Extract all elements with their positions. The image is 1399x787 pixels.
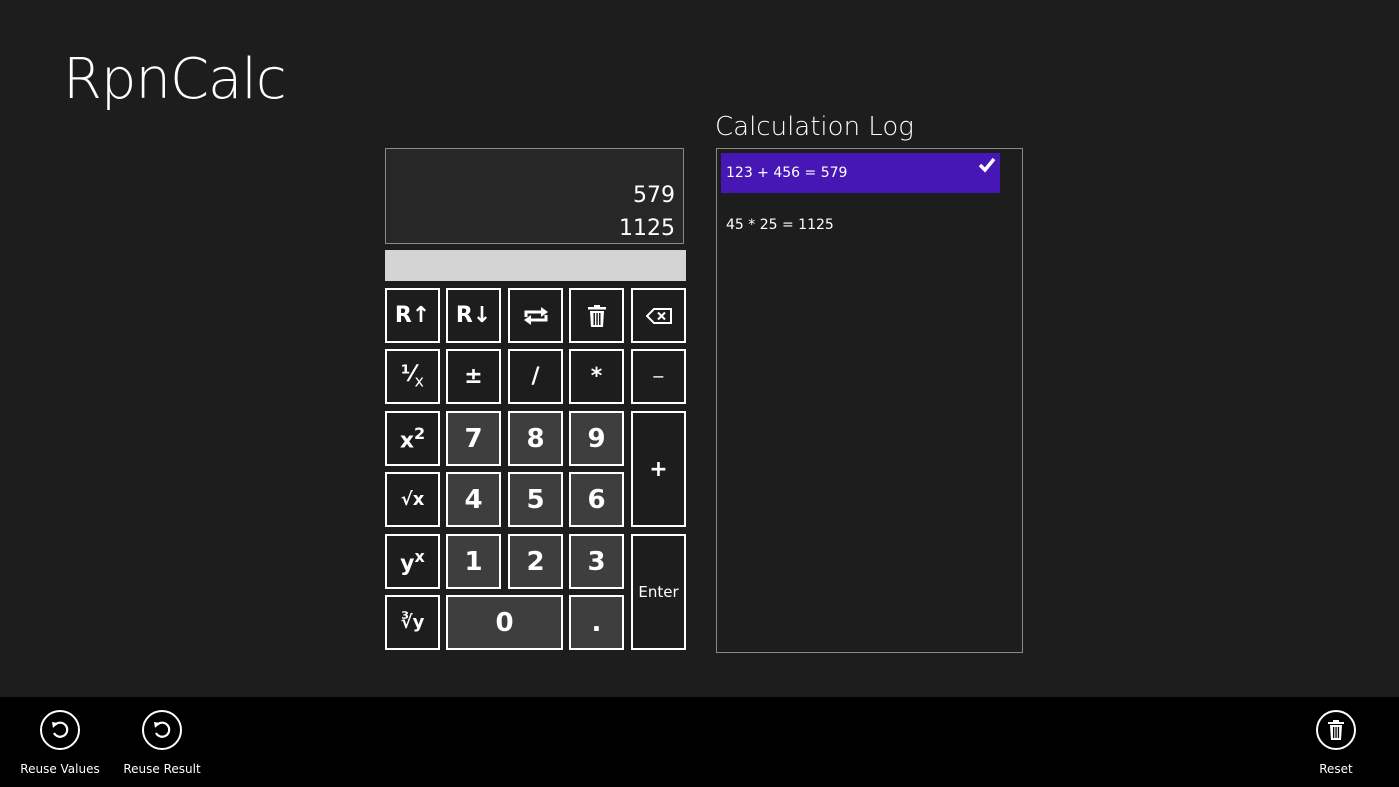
power-base: y bbox=[400, 551, 415, 577]
square-button[interactable]: x2 bbox=[385, 411, 440, 466]
square-label: x2 bbox=[400, 424, 425, 453]
reciprocal-x: x bbox=[414, 371, 424, 391]
digit-1-button[interactable]: 1 bbox=[446, 534, 501, 589]
app-bar: Reuse Values Reuse Result Reset bbox=[0, 697, 1399, 787]
roll-down-button[interactable]: R↓ bbox=[446, 288, 501, 343]
enter-button[interactable]: Enter bbox=[631, 534, 686, 650]
digit-8-button[interactable]: 8 bbox=[508, 411, 563, 466]
enter-label: Enter bbox=[638, 583, 679, 601]
app-window: RpnCalc 579 1125 R↑ R↓ ⅟x ± / * − x2 7 8… bbox=[0, 0, 1399, 787]
trash-icon bbox=[587, 304, 606, 327]
digit-label: 7 bbox=[464, 423, 483, 454]
reciprocal-label: ⅟x bbox=[401, 362, 424, 390]
power-button[interactable]: yx bbox=[385, 534, 440, 589]
roll-up-label: R↑ bbox=[394, 303, 431, 328]
subtract-label: − bbox=[651, 367, 666, 386]
decimal-point-button[interactable]: . bbox=[569, 595, 624, 650]
digit-9-button[interactable]: 9 bbox=[569, 411, 624, 466]
divide-button[interactable]: / bbox=[508, 349, 563, 404]
stack-value: 579 bbox=[633, 183, 675, 208]
power-label: yx bbox=[400, 547, 425, 576]
swap-icon bbox=[522, 305, 550, 327]
digit-5-button[interactable]: 5 bbox=[508, 472, 563, 527]
undo-icon bbox=[142, 710, 182, 750]
reset-label: Reset bbox=[1319, 762, 1353, 776]
plus-minus-label: ± bbox=[464, 364, 483, 389]
digit-4-button[interactable]: 4 bbox=[446, 472, 501, 527]
digit-6-button[interactable]: 6 bbox=[569, 472, 624, 527]
digit-label: 6 bbox=[587, 484, 606, 515]
log-item[interactable]: 123 + 456 = 579 bbox=[721, 153, 1000, 193]
digit-label: 4 bbox=[464, 484, 483, 515]
add-button[interactable]: + bbox=[631, 411, 686, 527]
backspace-button[interactable] bbox=[631, 288, 686, 343]
square-exp: 2 bbox=[414, 423, 426, 443]
roll-up-button[interactable]: R↑ bbox=[385, 288, 440, 343]
clear-stack-button[interactable] bbox=[569, 288, 624, 343]
digit-label: 8 bbox=[526, 423, 545, 454]
sqrt-button[interactable]: √x bbox=[385, 472, 440, 527]
root-label: ∛y bbox=[400, 612, 425, 633]
reset-button[interactable]: Reset bbox=[1300, 710, 1372, 776]
reciprocal-symbol: ⅟ bbox=[400, 362, 415, 388]
checkmark-icon bbox=[978, 157, 996, 177]
power-exp: x bbox=[414, 546, 425, 566]
digit-label: 3 bbox=[587, 546, 606, 577]
log-title: Calculation Log bbox=[715, 112, 914, 142]
digit-label: 9 bbox=[587, 423, 606, 454]
digit-2-button[interactable]: 2 bbox=[508, 534, 563, 589]
reuse-values-label: Reuse Values bbox=[20, 762, 100, 776]
reuse-result-label: Reuse Result bbox=[123, 762, 201, 776]
decimal-label: . bbox=[591, 607, 602, 638]
add-label: + bbox=[649, 456, 668, 482]
app-title: RpnCalc bbox=[63, 47, 287, 112]
swap-button[interactable] bbox=[508, 288, 563, 343]
digit-label: 0 bbox=[495, 607, 514, 638]
sqrt-label: √x bbox=[400, 489, 425, 510]
digit-0-button[interactable]: 0 bbox=[446, 595, 563, 650]
square-base: x bbox=[399, 428, 415, 454]
entry-input[interactable] bbox=[385, 250, 686, 281]
digit-3-button[interactable]: 3 bbox=[569, 534, 624, 589]
multiply-label: * bbox=[590, 364, 603, 389]
digit-label: 5 bbox=[526, 484, 545, 515]
root-button[interactable]: ∛y bbox=[385, 595, 440, 650]
divide-label: / bbox=[531, 364, 540, 389]
undo-icon bbox=[40, 710, 80, 750]
plus-minus-button[interactable]: ± bbox=[446, 349, 501, 404]
digit-label: 1 bbox=[464, 546, 483, 577]
reciprocal-button[interactable]: ⅟x bbox=[385, 349, 440, 404]
digit-7-button[interactable]: 7 bbox=[446, 411, 501, 466]
stack-display: 579 1125 bbox=[385, 148, 684, 244]
calculation-log-list[interactable]: 123 + 456 = 579 45 * 25 = 1125 bbox=[716, 148, 1023, 653]
roll-down-label: R↓ bbox=[455, 303, 492, 328]
log-item-text: 123 + 456 = 579 bbox=[726, 165, 848, 181]
reuse-result-button[interactable]: Reuse Result bbox=[123, 710, 201, 776]
digit-label: 2 bbox=[526, 546, 545, 577]
trash-icon bbox=[1316, 710, 1356, 750]
backspace-icon bbox=[645, 307, 672, 324]
stack-value: 1125 bbox=[619, 216, 675, 241]
subtract-button[interactable]: − bbox=[631, 349, 686, 404]
log-item-text: 45 * 25 = 1125 bbox=[726, 217, 834, 233]
reuse-values-button[interactable]: Reuse Values bbox=[20, 710, 100, 776]
multiply-button[interactable]: * bbox=[569, 349, 624, 404]
log-item[interactable]: 45 * 25 = 1125 bbox=[721, 205, 1000, 245]
